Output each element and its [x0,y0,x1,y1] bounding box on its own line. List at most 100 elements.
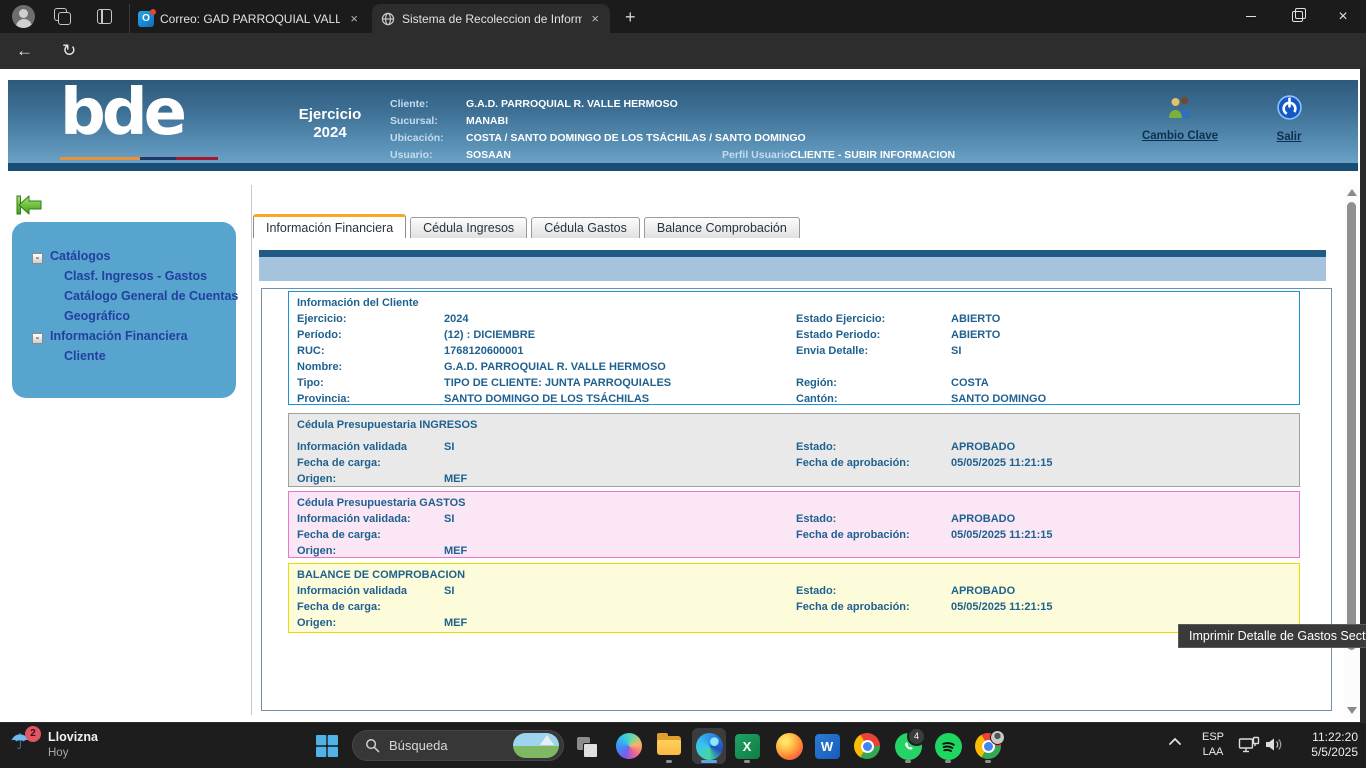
start-button[interactable] [314,733,340,759]
back-button[interactable]: ← [16,39,33,63]
field-label: Cantón: [796,391,951,407]
field-value [444,455,796,471]
panel-row: Nombre:G.A.D. PARROQUIAL R. VALLE HERMOS… [297,359,1299,375]
language-bottom: LAA [1196,745,1230,760]
taskbar-icon-spotify[interactable] [931,728,965,764]
panel-row: Fecha de carga:Fecha de aprobación:05/05… [297,527,1299,543]
tab-actions-icon[interactable] [96,8,112,24]
globe-icon [380,11,396,27]
profile-avatar[interactable] [12,5,35,28]
browser-tab-sistema[interactable]: Sistema de Recoleccion de Inform × [372,4,610,33]
tray-chevron-icon[interactable] [1168,736,1182,746]
search-icon [365,738,380,753]
field-label: Estado: [796,511,951,527]
field-label: RUC: [297,343,444,359]
field-label: Fecha de aprobación: [796,527,951,543]
clock[interactable]: 11:22:20 5/5/2025 [1286,730,1358,760]
taskbar-icon-excel[interactable]: X [730,728,764,764]
field-value: COSTA [951,375,1299,391]
browser-tab-title: Sistema de Recoleccion de Inform [402,12,582,26]
sidebar-item-catalogos[interactable]: -Catálogos [12,247,256,265]
tab-close-icon[interactable]: × [347,11,361,26]
network-icon[interactable] [1238,736,1260,754]
taskbar-icon-whatsapp[interactable]: 4 [891,728,925,764]
tab-cedula-gastos[interactable]: Cédula Gastos [531,217,640,238]
field-value: APROBADO [951,583,1299,599]
taskbar-icon-edge[interactable] [692,728,726,764]
taskbar-icon-copilot[interactable] [612,728,646,764]
panel-gastos: Cédula Presupuestaria GASTOSInformación … [288,491,1300,558]
refresh-button[interactable]: ↻ [62,39,76,63]
search-placeholder: Búsqueda [389,738,448,753]
field-value: MEF [444,471,796,487]
field-label: Estado: [796,439,951,455]
collapse-minus-icon[interactable]: - [32,253,43,264]
sidebar-menu-panel: -CatálogosClasf. Ingresos - GastosCatálo… [12,222,236,398]
panel-row: Período:(12) : DICIEMBREEstado Periodo:A… [297,327,1299,343]
taskbar-icon-task-view[interactable] [569,728,603,764]
taskbar-icon-firefox[interactable] [772,728,806,764]
collapse-minus-icon[interactable]: - [32,333,43,344]
sidebar-item-informacion-financiera[interactable]: -Información Financiera [12,327,256,345]
field-label [796,471,951,487]
field-value: G.A.D. PARROQUIAL R. VALLE HERMOSO [444,359,796,375]
browser-tab-correo[interactable]: O Correo: GAD PARROQUIAL VALLE × [129,4,369,33]
profile-overlay-icon [990,730,1005,745]
banner-field-ubicacion: Ubicación: COSTA / SANTO DOMINGO DE LOS … [390,132,1150,146]
field-label: Período: [297,327,444,343]
taskbar-icon-file-explorer[interactable] [652,728,686,764]
field-value: SOSAAN [466,149,511,161]
taskbar-icon-chrome[interactable] [850,728,884,764]
scrollbar-up-icon[interactable] [1347,189,1357,196]
taskbar-icon-chrome-profile[interactable] [971,728,1005,764]
panel-row: Ejercicio:2024Estado Ejercicio:ABIERTO [297,311,1299,327]
salir-label[interactable]: Salir [1252,131,1326,143]
search-highlight-image[interactable] [513,733,559,758]
weather-badge: 2 [25,726,41,742]
weather-widget[interactable]: ☂ 2 Llovizna Hoy [8,727,158,765]
sidebar-item-clasf-ingresos-gastos[interactable]: Clasf. Ingresos - Gastos [12,267,288,285]
field-value: ABIERTO [951,327,1299,343]
windows-icon [315,734,339,758]
field-value: 05/05/2025 11:21:15 [951,527,1299,543]
field-value: 1768120600001 [444,343,796,359]
panel-title: Cédula Presupuestaria INGRESOS [297,417,1299,433]
search-input[interactable]: Búsqueda [352,730,564,761]
tab-cedula-ingresos[interactable]: Cédula Ingresos [410,217,527,238]
new-tab-button[interactable]: + [625,5,636,29]
field-label: Origen: [297,543,444,559]
sidebar-item-geografico[interactable]: Geográfico [12,307,288,325]
cambio-clave-label[interactable]: Cambio Clave [1120,130,1240,142]
field-label: Información validada [297,439,444,455]
tab-close-icon[interactable]: × [588,11,602,26]
salir-link[interactable]: Salir [1252,94,1326,143]
panel-row: Tipo:TIPO DE CLIENTE: JUNTA PARROQUIALES… [297,375,1299,391]
green-back-arrow-icon[interactable] [16,194,42,216]
field-label: Ubicación: [390,132,444,144]
tooltip: Imprimir Detalle de Gastos Sector [1178,624,1366,648]
sidebar-item-catalogo-general-de-cuentas[interactable]: Catálogo General de Cuentas [12,287,288,305]
banner-field-usuario: Usuario: SOSAAN Perfil Usuario: CLIENTE … [390,149,1150,163]
taskbar-icon-word[interactable]: W [810,728,844,764]
field-value: MEF [444,543,796,559]
field-value: 05/05/2025 11:21:15 [951,599,1299,615]
sidebar-item-cliente[interactable]: Cliente [12,347,288,365]
field-label: Cliente: [390,98,429,110]
cambio-clave-link[interactable]: Cambio Clave [1120,94,1240,142]
panel-row: Origen:MEF [297,615,1299,631]
field-value: MEF [444,615,796,631]
field-label [796,615,951,631]
tab-balance-comprobacion[interactable]: Balance Comprobación [644,217,800,238]
window-restore-button[interactable] [1274,0,1320,33]
speaker-icon[interactable] [1264,736,1284,753]
panel-row: Origen:MEF [297,543,1299,559]
window-close-button[interactable]: × [1320,0,1366,33]
language-indicator[interactable]: ESP LAA [1196,730,1230,760]
scrollbar-down-icon[interactable] [1347,707,1357,714]
window-minimize-button[interactable] [1228,0,1274,33]
tab-informacion-financiera[interactable]: Información Financiera [253,214,406,238]
field-label: Provincia: [297,391,444,407]
workspaces-icon[interactable] [54,8,70,24]
ejercicio-year: 2024 [270,124,390,142]
scrollbar-thumb[interactable] [1347,202,1356,650]
